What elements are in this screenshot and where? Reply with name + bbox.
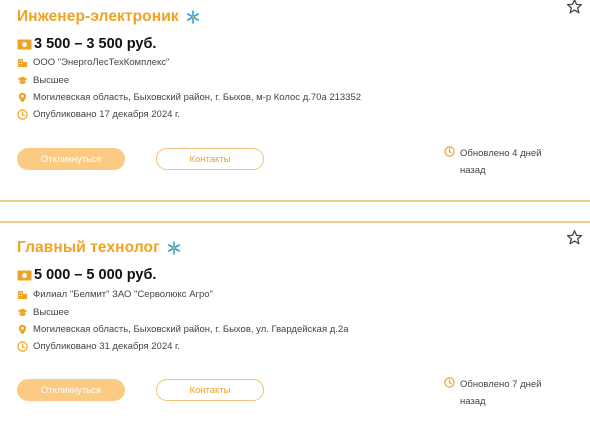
vacancy-title[interactable]: Инженер-электроник: [17, 8, 200, 26]
snowflake-icon: [186, 10, 199, 24]
education-text: Высшее: [33, 74, 70, 86]
updated-text-line1: Обновлено 4 дней: [460, 148, 542, 159]
company-row: Филиал "Белмит" ЗАО "Серволюкс Агро": [17, 287, 213, 301]
salary-text: 5 000 – 5 000 руб.: [34, 267, 157, 283]
salary: 3 500 – 3 500 руб.: [17, 36, 156, 52]
star-icon[interactable]: [566, 0, 583, 15]
vacancy-title-text[interactable]: Инженер-электроник: [17, 8, 179, 26]
location-pin-icon: [18, 324, 27, 334]
education-row: Высшее: [17, 73, 69, 87]
graduation-cap-icon: [17, 76, 28, 84]
updated-text-line2: назад: [460, 396, 486, 407]
company-name[interactable]: ООО "ЭнергоЛесТехКомплекс": [33, 57, 169, 68]
vacancy-title-text[interactable]: Главный технолог: [17, 239, 160, 257]
address-text: Могилевская область, Быховский район, г.…: [33, 91, 362, 103]
address-text: Могилевская область, Быховский район, г.…: [33, 323, 349, 335]
clock-icon: [17, 108, 28, 120]
money-icon: [17, 270, 32, 280]
updated-text-line1: Обновлено 7 дней: [460, 379, 542, 390]
location-pin-icon: [18, 92, 27, 102]
clock-icon: [17, 340, 28, 352]
salary-text: 3 500 – 3 500 руб.: [34, 36, 157, 52]
vacancy-card: Инженер-электроник 3 500 – 3 500 руб. ОО…: [0, 0, 590, 202]
money-icon: [17, 39, 32, 49]
company-name[interactable]: Филиал "Белмит" ЗАО "Серволюкс Агро": [33, 289, 213, 300]
apply-button[interactable]: Откликнуться: [17, 148, 125, 170]
apply-button[interactable]: Откликнуться: [17, 379, 125, 401]
clock-icon: [444, 146, 455, 157]
vacancy-card: Главный технолог 5 000 – 5 000 руб. Фили…: [0, 221, 590, 423]
company-row: ООО "ЭнергоЛесТехКомплекс": [17, 55, 169, 69]
updated-info: Обновлено 4 дней назад: [444, 145, 564, 179]
salary: 5 000 – 5 000 руб.: [17, 267, 156, 283]
building-icon: [18, 290, 27, 299]
contacts-button[interactable]: Контакты: [156, 379, 264, 401]
graduation-cap-icon: [17, 308, 28, 316]
vacancy-title[interactable]: Главный технолог: [17, 239, 181, 257]
clock-icon: [444, 377, 455, 388]
published-text: Опубликовано 31 декабря 2024 г.: [33, 340, 180, 352]
building-icon: [18, 58, 27, 67]
contacts-button[interactable]: Контакты: [156, 148, 264, 170]
star-icon[interactable]: [566, 229, 583, 246]
published-row: Опубликовано 17 декабря 2024 г.: [17, 107, 180, 121]
updated-info: Обновлено 7 дней назад: [444, 376, 564, 410]
education-text: Высшее: [33, 306, 70, 318]
published-row: Опубликовано 31 декабря 2024 г.: [17, 339, 180, 353]
updated-text-line2: назад: [460, 165, 486, 176]
address-row: Могилевская область, Быховский район, г.…: [17, 90, 361, 104]
published-text: Опубликовано 17 декабря 2024 г.: [33, 108, 180, 120]
education-row: Высшее: [17, 305, 69, 319]
address-row: Могилевская область, Быховский район, г.…: [17, 322, 348, 336]
snowflake-icon: [167, 241, 180, 255]
